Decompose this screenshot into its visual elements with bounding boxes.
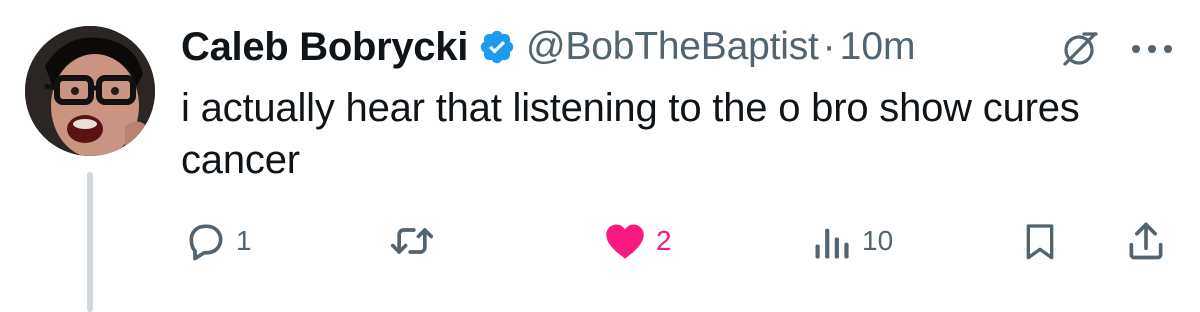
heart-icon bbox=[606, 224, 644, 259]
like-count: 2 bbox=[656, 225, 672, 256]
thread-line bbox=[87, 172, 93, 312]
separator-dot: · bbox=[822, 25, 836, 68]
reply-button[interactable]: 1 bbox=[184, 216, 252, 266]
like-button[interactable]: 2 bbox=[602, 216, 672, 266]
verified-badge-icon[interactable] bbox=[478, 28, 516, 66]
bookmark-icon bbox=[1026, 224, 1054, 260]
tweet-header: Caleb Bobrycki @BobTheBaptist · 10m bbox=[181, 22, 916, 72]
grok-icon[interactable] bbox=[1058, 28, 1100, 70]
author-handle[interactable]: @BobTheBaptist bbox=[526, 25, 819, 69]
views-button[interactable]: 10 bbox=[812, 216, 893, 266]
timestamp[interactable]: 10m bbox=[840, 25, 916, 69]
reply-icon bbox=[189, 224, 223, 261]
share-button[interactable] bbox=[1124, 216, 1168, 266]
views-count: 10 bbox=[862, 225, 894, 256]
avatar-image bbox=[25, 26, 155, 156]
share-icon bbox=[1129, 222, 1163, 260]
reply-count: 1 bbox=[236, 225, 252, 256]
bookmark-button[interactable] bbox=[1020, 216, 1060, 266]
views-icon bbox=[815, 228, 849, 259]
repost-button[interactable] bbox=[388, 216, 436, 266]
author-name[interactable]: Caleb Bobrycki bbox=[181, 25, 468, 70]
tweet-text: i actually hear that listening to the o … bbox=[181, 86, 1080, 182]
avatar[interactable] bbox=[25, 26, 155, 156]
more-icon[interactable] bbox=[1130, 42, 1174, 56]
repost-icon bbox=[390, 228, 434, 254]
